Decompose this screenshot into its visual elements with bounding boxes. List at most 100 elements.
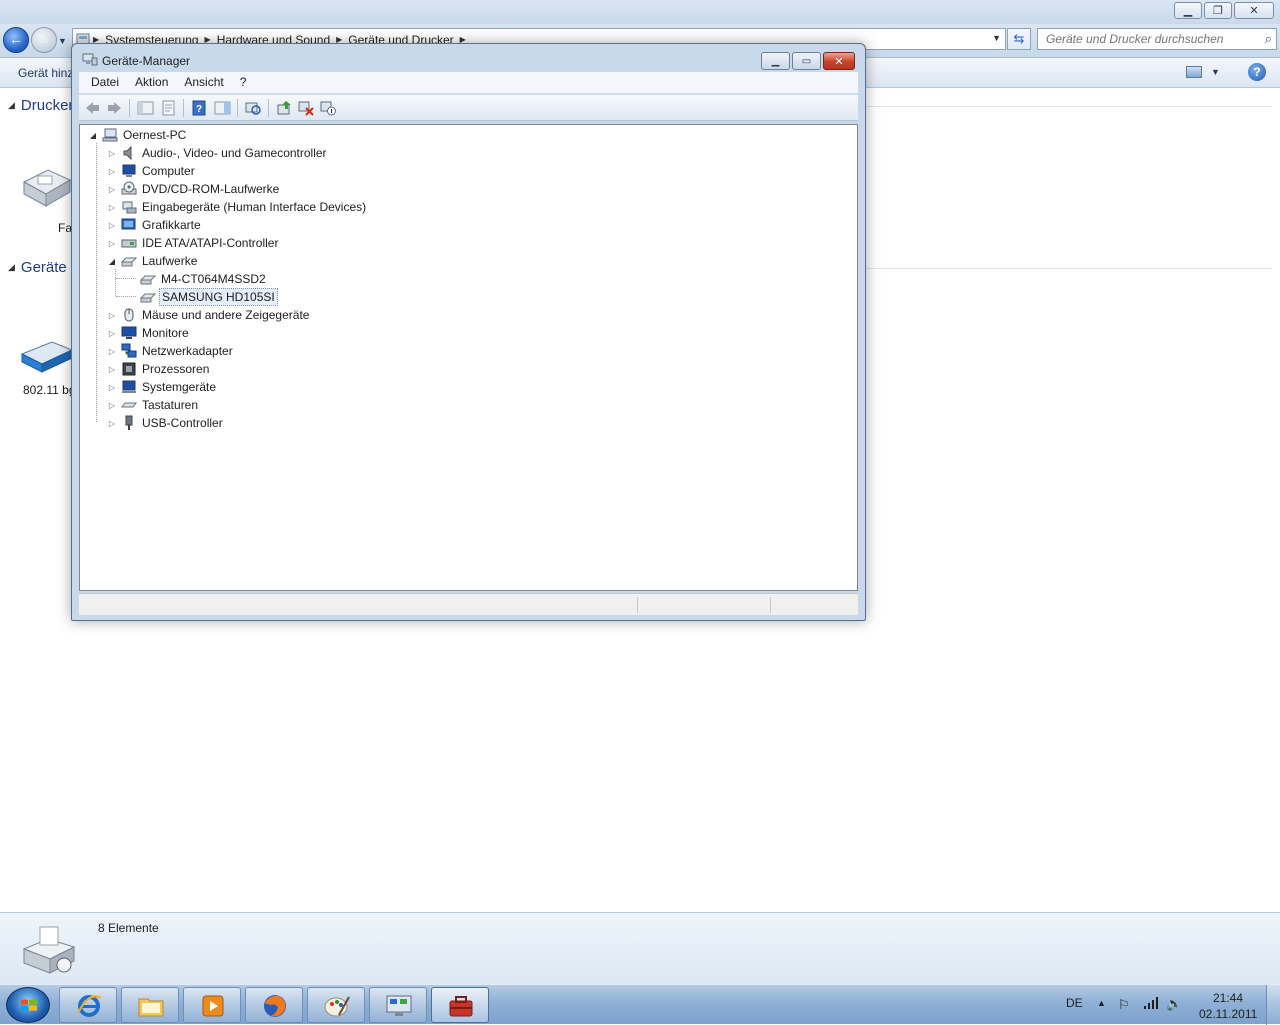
taskbar-device-manager[interactable] <box>431 987 489 1023</box>
help-icon[interactable]: ? <box>1248 63 1266 81</box>
tree-category[interactable]: ▷ Systemgeräte <box>107 378 218 396</box>
group-divider <box>860 106 1272 107</box>
uninstall-device-icon[interactable] <box>298 100 315 116</box>
maximize-button[interactable]: ▭ <box>792 52 821 70</box>
refresh-button[interactable]: ⇆ <box>1007 28 1031 50</box>
expand-arrow-icon[interactable]: ▷ <box>107 167 117 176</box>
explorer-minimize-button[interactable]: ▁ <box>1174 2 1202 19</box>
control-panel-icon <box>386 995 412 1016</box>
expand-arrow-icon[interactable]: ▷ <box>107 329 117 338</box>
expand-arrow-icon[interactable]: ▷ <box>107 401 117 410</box>
tree-device[interactable]: M4-CT064M4SSD2 <box>136 270 268 288</box>
clock-time[interactable]: 21:44 <box>1213 991 1243 1005</box>
collapse-arrow-icon[interactable]: ◢ <box>88 131 98 140</box>
start-button[interactable] <box>6 987 50 1023</box>
help-icon[interactable]: ? <box>191 100 208 116</box>
tree-category[interactable]: ▷ Prozessoren <box>107 360 211 378</box>
window-title: Geräte-Manager <box>102 54 191 68</box>
device-label: M4-CT064M4SSD2 <box>161 272 266 286</box>
group-header-devices[interactable]: ◢ Geräte <box>8 259 67 276</box>
back-button[interactable]: ← <box>3 27 29 53</box>
properties-icon[interactable] <box>160 100 177 116</box>
tree-category[interactable]: ▷ DVD/CD-ROM-Laufwerke <box>107 180 281 198</box>
tree-device-selected[interactable]: SAMSUNG HD105SI <box>136 288 278 306</box>
action-pane-icon[interactable] <box>214 100 231 116</box>
search-box[interactable]: ⌕ <box>1037 28 1277 50</box>
action-center-flag-icon[interactable]: ⚐ <box>1118 997 1130 1013</box>
back-icon[interactable] <box>84 100 101 116</box>
expand-arrow-icon[interactable]: ▷ <box>107 221 117 230</box>
menu-action[interactable]: Aktion <box>127 72 176 93</box>
menu-view[interactable]: Ansicht <box>176 72 231 93</box>
computer-icon <box>102 128 118 142</box>
minimize-button[interactable]: ▁ <box>761 52 790 70</box>
search-icon[interactable]: ⌕ <box>1265 31 1272 47</box>
recent-pages-dropdown[interactable]: ▼ <box>58 36 67 46</box>
explorer-restore-button[interactable]: ❐ <box>1204 2 1232 19</box>
expand-arrow-icon[interactable]: ▷ <box>107 311 117 320</box>
category-label: Monitore <box>142 326 189 340</box>
category-label: Computer <box>142 164 195 178</box>
tree-root[interactable]: ◢ Oernest-PC <box>88 126 188 144</box>
paint-icon <box>324 996 350 1017</box>
language-indicator[interactable]: DE <box>1066 996 1083 1010</box>
show-hidden-icons-button[interactable]: ▲ <box>1097 998 1106 1008</box>
mouse-icon <box>124 308 134 322</box>
close-button[interactable]: ✕ <box>823 52 855 70</box>
tree-category[interactable]: ▷ Audio-, Video- und Gamecontroller <box>107 144 329 162</box>
fax-printer-icon[interactable] <box>18 160 74 212</box>
group-title: Geräte <box>20 259 67 276</box>
menu-file[interactable]: Datei <box>83 72 127 93</box>
category-label: DVD/CD-ROM-Laufwerke <box>142 182 280 196</box>
expand-arrow-icon[interactable]: ▷ <box>107 185 117 194</box>
taskbar-paint[interactable] <box>307 987 365 1023</box>
tree-category[interactable]: ▷ Grafikkarte <box>107 216 203 234</box>
volume-icon[interactable]: 🔈 <box>1166 996 1182 1012</box>
tree-category[interactable]: ▷ Mäuse und andere Zeigegeräte <box>107 306 311 324</box>
menu-help[interactable]: ? <box>232 72 255 93</box>
scan-hardware-icon[interactable] <box>245 100 262 116</box>
expand-arrow-icon[interactable]: ▷ <box>107 419 117 428</box>
taskbar-control-panel[interactable] <box>369 987 427 1023</box>
status-bar <box>79 593 858 615</box>
tree-category[interactable]: ▷ Netzwerkadapter <box>107 342 235 360</box>
tree-category[interactable]: ▷ USB-Controller <box>107 414 225 432</box>
category-label: Audio-, Video- und Gamecontroller <box>142 146 327 160</box>
back-arrow-icon: ← <box>9 31 23 47</box>
expand-arrow-icon[interactable]: ▷ <box>107 347 117 356</box>
clock-date[interactable]: 02.11.2011 <box>1199 1007 1257 1021</box>
change-view-icon[interactable] <box>1186 66 1202 78</box>
collapse-arrow-icon[interactable]: ◢ <box>107 257 117 266</box>
tree-category[interactable]: ▷ Tastaturen <box>107 396 200 414</box>
device-tree[interactable]: ◢ Oernest-PC ▷ Audio-, Video- und Gameco… <box>79 124 858 591</box>
show-desktop-button[interactable] <box>1266 985 1280 1025</box>
update-driver-icon[interactable] <box>276 100 293 116</box>
network-icon[interactable] <box>1143 996 1159 1010</box>
forward-button[interactable]: → <box>31 27 57 53</box>
taskbar-windows-explorer[interactable] <box>121 987 179 1023</box>
forward-icon[interactable] <box>106 100 123 116</box>
taskbar-internet-explorer[interactable] <box>59 987 117 1023</box>
expand-arrow-icon[interactable]: ▷ <box>107 383 117 392</box>
disable-device-icon[interactable] <box>320 100 337 116</box>
explorer-titlebar[interactable]: ▁ ❐ ✕ <box>0 0 1280 24</box>
search-input[interactable] <box>1038 29 1248 49</box>
tree-category[interactable]: ▷ Eingabegeräte (Human Interface Devices… <box>107 198 368 216</box>
expand-arrow-icon[interactable]: ▷ <box>107 365 117 374</box>
tree-category-expanded[interactable]: ◢ Laufwerke <box>107 252 199 270</box>
wlan-router-icon[interactable] <box>18 336 74 376</box>
tree-category[interactable]: ▷ IDE ATA/ATAPI-Controller <box>107 234 280 252</box>
view-dropdown-icon[interactable]: ▼ <box>1211 67 1220 77</box>
tree-category[interactable]: ▷ Monitore <box>107 324 191 342</box>
taskbar-media-player[interactable] <box>183 987 241 1023</box>
address-history-dropdown[interactable]: ▼ <box>992 33 1001 43</box>
expand-arrow-icon[interactable]: ▷ <box>107 239 117 248</box>
category-label: Eingabegeräte (Human Interface Devices) <box>142 200 367 214</box>
category-label: Mäuse und andere Zeigegeräte <box>142 308 310 322</box>
explorer-close-button[interactable]: ✕ <box>1234 2 1274 19</box>
taskbar-firefox[interactable] <box>245 987 303 1023</box>
tree-category[interactable]: ▷ Computer <box>107 162 197 180</box>
show-hide-console-tree-icon[interactable] <box>137 100 154 116</box>
expand-arrow-icon[interactable]: ▷ <box>107 203 117 212</box>
expand-arrow-icon[interactable]: ▷ <box>107 149 117 158</box>
